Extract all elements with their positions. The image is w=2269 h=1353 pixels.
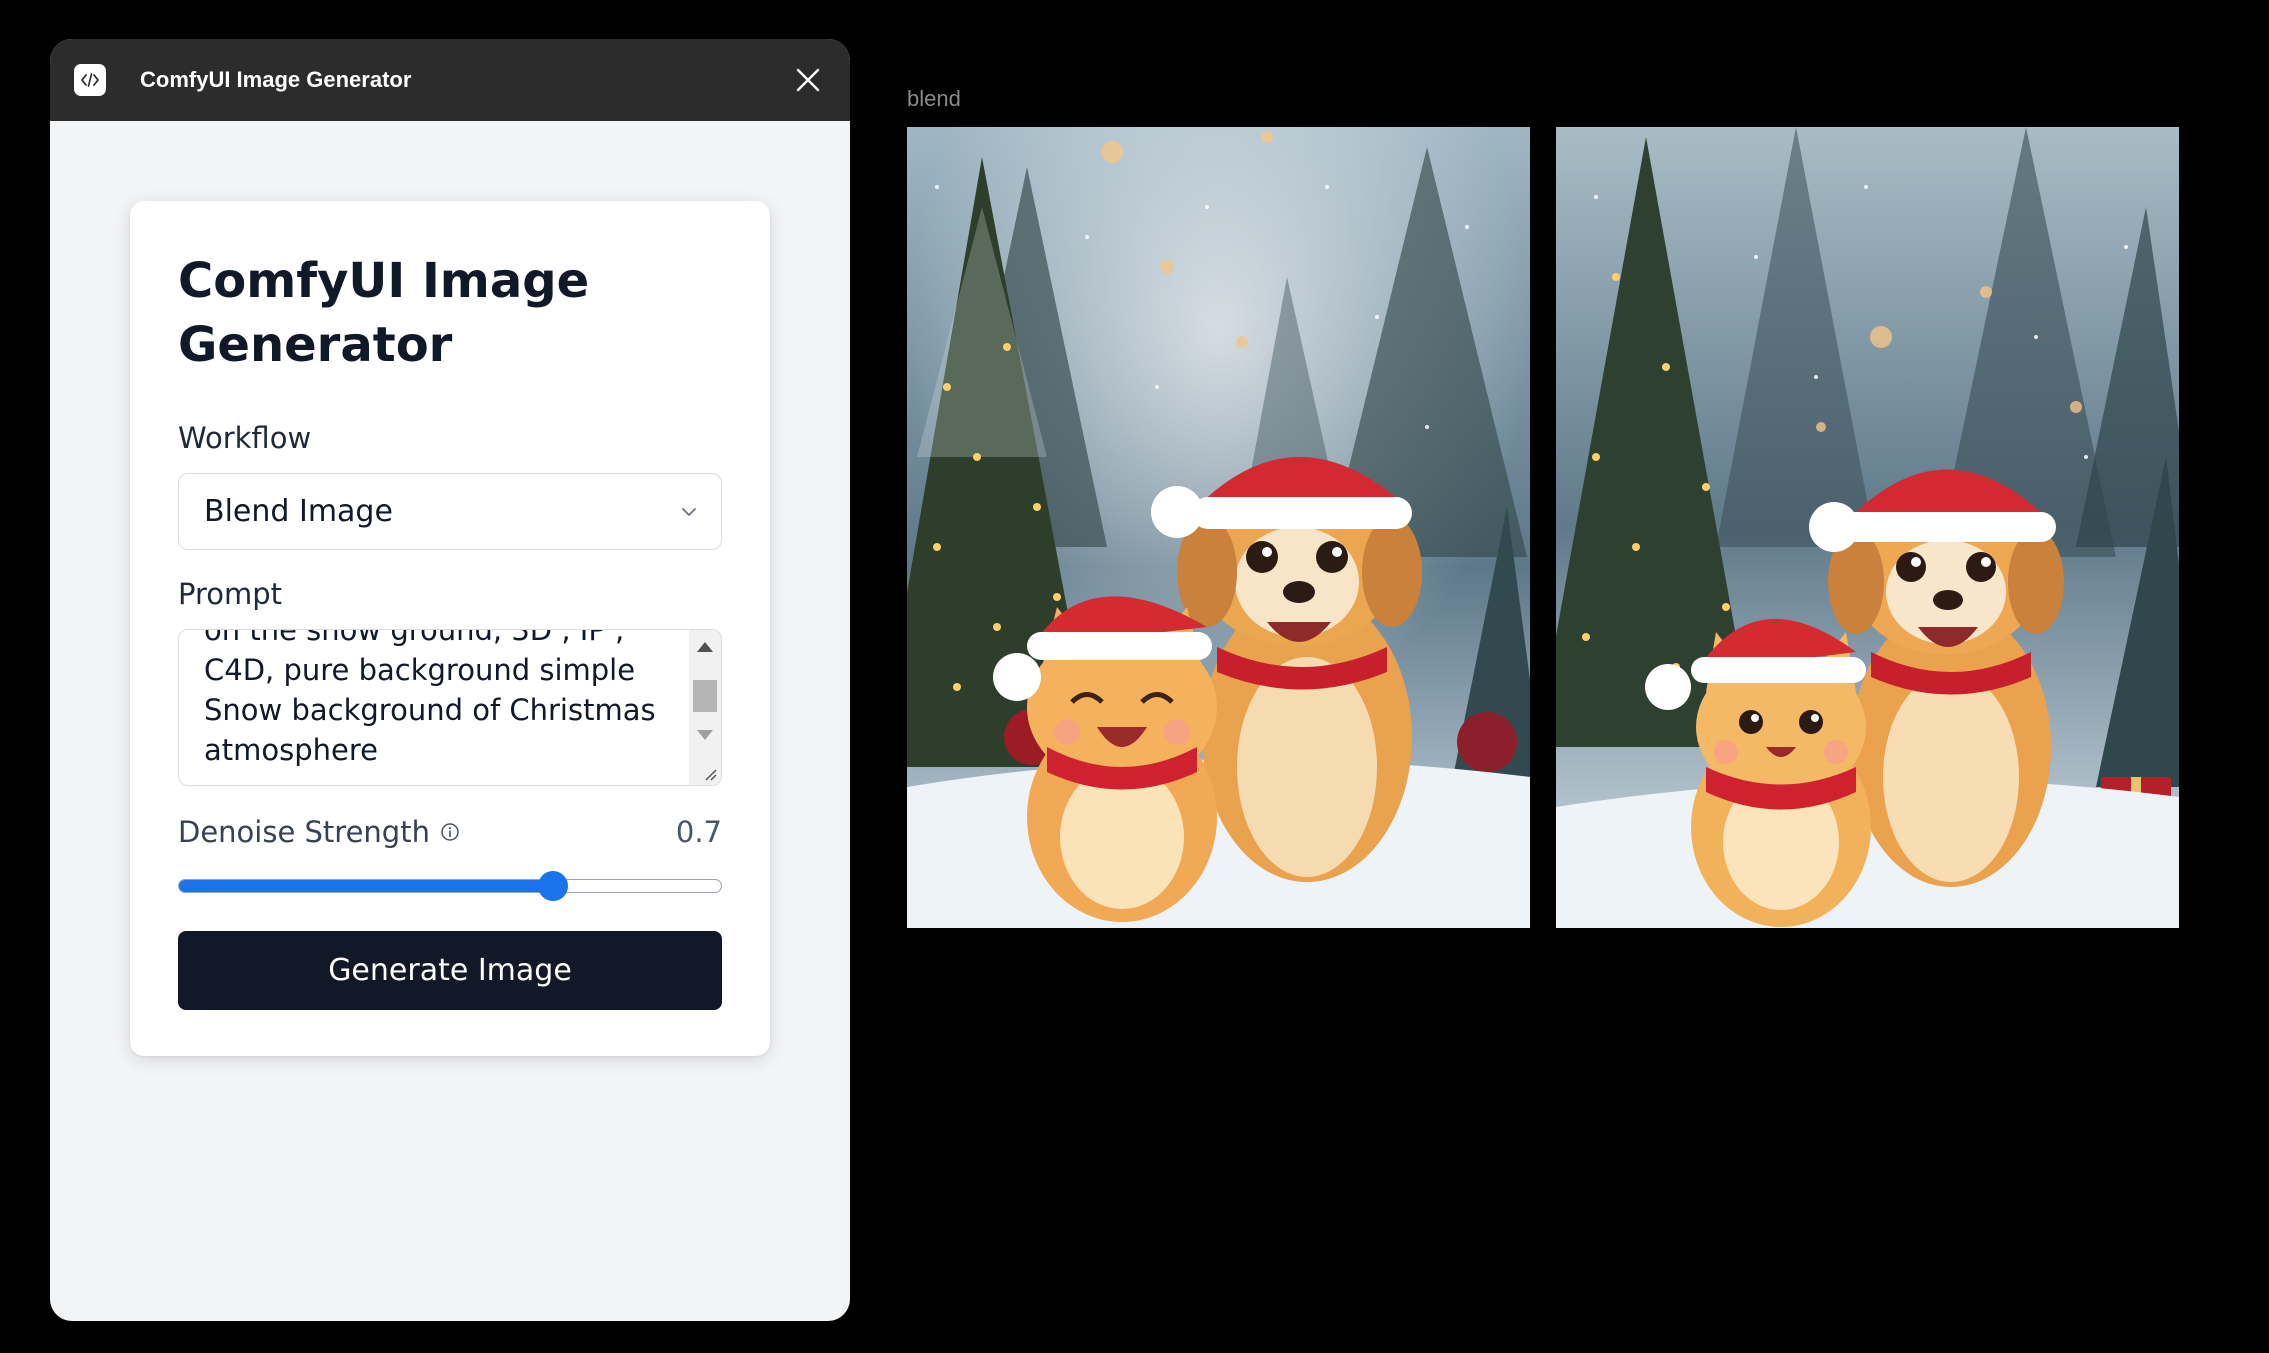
slider-thumb[interactable]: [538, 871, 569, 901]
plugin-window: ComfyUI Image Generator ComfyUI Image Ge…: [50, 39, 850, 1321]
workflow-label: Workflow: [178, 421, 312, 455]
scroll-up-arrow-icon[interactable]: [697, 642, 713, 652]
prompt-text: on the snow ground, 3D , IP , C4D, pure …: [204, 629, 656, 767]
result-image-2[interactable]: [1556, 127, 2179, 928]
slider-fill: [179, 880, 553, 892]
scroll-down-arrow-icon[interactable]: [697, 730, 713, 740]
resize-grip-icon[interactable]: [700, 764, 718, 782]
prompt-label: Prompt: [178, 577, 283, 611]
info-icon[interactable]: [440, 822, 460, 842]
denoise-label: Denoise Strength: [178, 815, 430, 849]
prompt-textarea[interactable]: on the snow ground, 3D , IP , C4D, pure …: [178, 629, 722, 786]
generate-image-button[interactable]: Generate Image: [178, 931, 722, 1010]
window-title: ComfyUI Image Generator: [140, 67, 412, 92]
page-title: ComfyUI Image Generator: [178, 253, 590, 373]
denoise-slider[interactable]: [178, 871, 722, 901]
prompt-scrollbar[interactable]: [689, 630, 721, 785]
slider-track[interactable]: [178, 879, 722, 893]
image-cat-dog-christmas-2: [1556, 127, 2179, 928]
window-titlebar: ComfyUI Image Generator: [50, 39, 850, 121]
workflow-select[interactable]: Blend Image: [178, 473, 722, 550]
denoise-value: 0.7: [675, 815, 722, 849]
workflow-selected-value: Blend Image: [204, 494, 393, 529]
denoise-row: Denoise Strength 0.7: [178, 815, 722, 849]
chevron-down-icon: [682, 508, 696, 516]
close-icon: [796, 68, 820, 92]
frame-label: blend: [907, 86, 961, 111]
result-image-1[interactable]: [907, 127, 1530, 928]
code-icon: [74, 64, 106, 96]
image-cat-dog-christmas-1: [907, 127, 1530, 928]
window-content: ComfyUI Image Generator Workflow Blend I…: [50, 121, 850, 1321]
scroll-thumb[interactable]: [693, 680, 717, 712]
generator-card: ComfyUI Image Generator Workflow Blend I…: [130, 201, 770, 1056]
close-button[interactable]: [792, 64, 824, 96]
